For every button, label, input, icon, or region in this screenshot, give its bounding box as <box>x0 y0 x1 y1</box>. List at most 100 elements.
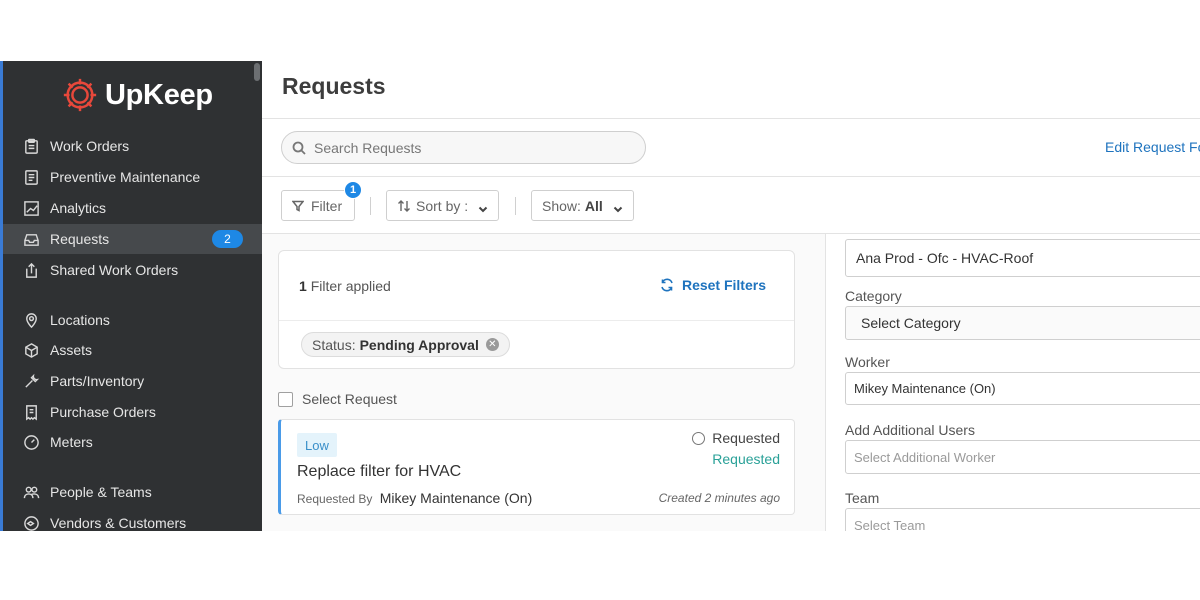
category-label: Category <box>845 288 902 304</box>
page-title: Requests <box>282 73 386 99</box>
team-label: Team <box>845 490 880 506</box>
request-status: Requested <box>692 430 780 446</box>
chevron-down-icon <box>478 201 488 212</box>
additional-users-select[interactable]: Select Additional Worker <box>845 440 1200 474</box>
gear-logo-icon <box>63 78 97 112</box>
edit-request-form-link[interactable]: Edit Request Fo <box>1105 139 1200 155</box>
show-label: Show: <box>542 197 581 214</box>
sidebar-item-analytics[interactable]: Analytics <box>3 193 262 223</box>
funnel-icon <box>292 200 304 212</box>
request-card[interactable]: Low Replace filter for HVAC Requested By… <box>278 419 795 515</box>
document-icon <box>22 168 40 186</box>
sidebar-item-assets[interactable]: Assets <box>3 335 262 365</box>
sidebar-item-label: Meters <box>50 434 93 450</box>
sidebar-item-label: Parts/Inventory <box>50 373 145 389</box>
receipt-icon <box>22 403 40 421</box>
people-icon <box>22 483 40 501</box>
upkeep-logo[interactable]: UpKeep <box>61 75 213 115</box>
applied-filters-card: 1 Filter applied Reset Filters Status: P… <box>278 250 795 369</box>
status-filter-chip: Status: Pending Approval ✕ <box>301 332 510 357</box>
team-select[interactable]: Select Team <box>845 508 1200 531</box>
location-pin-icon <box>22 311 40 329</box>
sidebar-item-label: Preventive Maintenance <box>50 169 201 185</box>
sidebar-item-label: People & Teams <box>50 484 152 500</box>
request-status-label: Requested <box>712 430 780 446</box>
sidebar-item-purchase-orders[interactable]: Purchase Orders <box>3 397 262 427</box>
reset-filters-button[interactable]: Reset Filters <box>660 277 766 293</box>
sort-by-label: Sort by : <box>416 197 469 214</box>
app-name: UpKeep <box>105 78 213 111</box>
sidebar-item-label: Analytics <box>50 200 107 216</box>
worker-value: Mikey Maintenance (On) <box>854 381 996 396</box>
requested-by: Requested By Mikey Maintenance (On) <box>297 490 532 506</box>
detail-panel-divider <box>825 234 826 531</box>
sidebar-scrollbar[interactable] <box>254 63 260 81</box>
sidebar-item-label: Requests <box>50 231 110 247</box>
requests-count-badge: 2 <box>212 230 243 248</box>
search-divider <box>262 176 1200 177</box>
chip-key: Status: <box>312 336 356 353</box>
requested-by-label: Requested By <box>297 492 373 506</box>
sidebar-item-label: Purchase Orders <box>50 404 156 420</box>
chevron-down-icon <box>613 201 623 212</box>
chart-icon <box>22 199 40 217</box>
gauge-icon <box>22 433 40 451</box>
category-placeholder: Select Category <box>861 315 961 331</box>
sidebar: UpKeep Work Orders Preventive Maintenanc… <box>0 61 262 531</box>
sidebar-item-label: Shared Work Orders <box>50 262 179 278</box>
select-request-label: Select Request <box>302 391 397 407</box>
refresh-icon <box>661 278 673 292</box>
wrench-icon <box>22 372 40 390</box>
filters-applied-count: 1 <box>299 278 307 294</box>
sort-by-dropdown[interactable]: Sort by : <box>386 190 499 221</box>
requested-by-name: Mikey Maintenance (On) <box>379 490 533 506</box>
toolbar-separator <box>370 197 371 215</box>
additional-users-label: Add Additional Users <box>845 422 975 438</box>
search-bar[interactable] <box>281 131 646 164</box>
remove-chip-icon[interactable]: ✕ <box>485 338 499 351</box>
filter-button-label: Filter <box>311 197 343 214</box>
sidebar-item-label: Locations <box>50 312 110 328</box>
created-time: Created 2 minutes ago <box>658 491 780 505</box>
sidebar-item-shared-work-orders[interactable]: Shared Work Orders <box>3 255 262 285</box>
sidebar-item-people-teams[interactable]: People & Teams <box>3 477 262 507</box>
sidebar-item-work-orders[interactable]: Work Orders <box>3 131 262 161</box>
select-request-row[interactable]: Select Request <box>278 391 397 407</box>
sidebar-item-preventive-maintenance[interactable]: Preventive Maintenance <box>3 162 262 192</box>
main-content: Requests Edit Request Fo Filter 1 Sort b… <box>262 61 1200 531</box>
select-request-checkbox[interactable] <box>278 391 293 407</box>
location-value: Ana Prod - Ofc - HVAC-Roof <box>856 250 1034 266</box>
inbox-icon <box>22 230 40 248</box>
sidebar-item-vendors-customers[interactable]: Vendors & Customers <box>3 508 262 531</box>
filters-applied-label: Filter applied <box>310 278 391 294</box>
sidebar-item-locations[interactable]: Locations <box>3 305 262 335</box>
search-input[interactable] <box>314 139 614 156</box>
header-divider <box>262 118 1200 119</box>
filter-button[interactable]: Filter <box>281 190 355 221</box>
toolbar-separator <box>515 197 516 215</box>
sidebar-item-parts-inventory[interactable]: Parts/Inventory <box>3 366 262 396</box>
share-icon <box>22 261 40 279</box>
sidebar-item-meters[interactable]: Meters <box>3 427 262 457</box>
filter-count-badge: 1 <box>344 181 362 199</box>
worker-label: Worker <box>845 354 890 370</box>
location-field[interactable]: Ana Prod - Ofc - HVAC-Roof <box>845 239 1200 277</box>
show-dropdown[interactable]: Show: All <box>531 190 634 221</box>
request-title: Replace filter for HVAC <box>297 463 462 480</box>
team-placeholder: Select Team <box>854 517 926 532</box>
status-circle-icon <box>692 431 706 445</box>
cube-icon <box>22 341 40 359</box>
additional-users-placeholder: Select Additional Worker <box>854 449 996 465</box>
category-select[interactable]: Select Category <box>845 306 1200 340</box>
sidebar-item-label: Assets <box>50 342 93 358</box>
sidebar-item-label: Vendors & Customers <box>50 515 187 531</box>
vendors-icon <box>22 514 40 531</box>
worker-select[interactable]: Mikey Maintenance (On) <box>845 372 1200 405</box>
reset-filters-label: Reset Filters <box>681 277 766 293</box>
sidebar-item-requests[interactable]: Requests 2 <box>3 224 262 254</box>
chip-value: Pending Approval <box>359 336 479 353</box>
filter-card-divider <box>279 320 794 321</box>
clipboard-icon <box>22 137 40 155</box>
sort-arrows-icon <box>398 199 410 212</box>
filters-applied-text: 1 Filter applied <box>299 278 391 294</box>
